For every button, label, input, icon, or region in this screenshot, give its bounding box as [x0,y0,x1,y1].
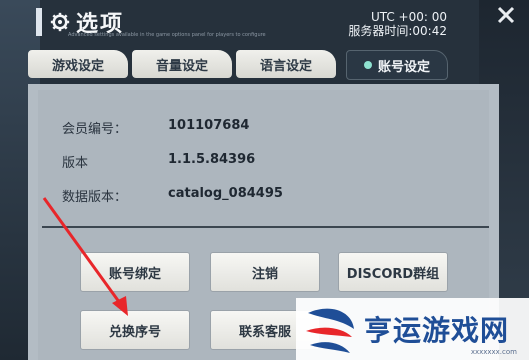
redeem-code-button[interactable]: 兑换序号 [80,310,190,350]
data-version-row: 数据版本： catalog_084495 [62,186,283,205]
gear-icon [50,12,70,32]
data-version-value: catalog_084495 [168,186,283,201]
member-id-label: 会员编号： [62,122,128,137]
close-button[interactable] [491,0,521,30]
version-row: 版本 1.1.5.84396 [62,152,255,171]
settings-tabs: 游戏设定 音量设定 语言设定 账号设定 [28,46,468,82]
header-accent-bar [36,8,42,36]
header-subtitle: Advanced settings available in the game … [68,32,266,38]
tab-volume-settings[interactable]: 音量设定 [132,50,232,78]
server-time: 服务器时间:00:42 [348,24,447,38]
version-value: 1.1.5.84396 [168,152,256,167]
tab-account-settings[interactable]: 账号设定 [346,50,448,80]
tab-account-label: 账号设定 [377,59,430,75]
divider [42,226,489,228]
discord-button[interactable]: DISCORD群组 [338,252,448,292]
logout-button[interactable]: 注销 [210,252,320,292]
watermark: 亨运游戏网 xxxxxxx.com [296,298,529,360]
utc-offset: UTC +00: 00 [370,10,447,24]
clock-display: UTC +00: 00 服务器时间:00:42 [348,10,447,38]
watermark-subtext: xxxxxxx.com [470,348,517,356]
member-id-row: 会员编号： 101107684 [62,118,249,137]
active-tab-indicator [363,61,372,69]
watermark-logo-icon [306,308,354,353]
version-label: 版本 [62,156,89,171]
tab-game-settings[interactable]: 游戏设定 [28,50,128,78]
watermark-text: 亨运游戏网 [364,314,510,347]
member-id-value: 101107684 [168,118,250,133]
close-icon [497,6,515,24]
bind-account-button[interactable]: 账号绑定 [80,252,190,292]
tab-language-settings[interactable]: 语言设定 [236,50,336,78]
data-version-label: 数据版本： [62,190,128,205]
